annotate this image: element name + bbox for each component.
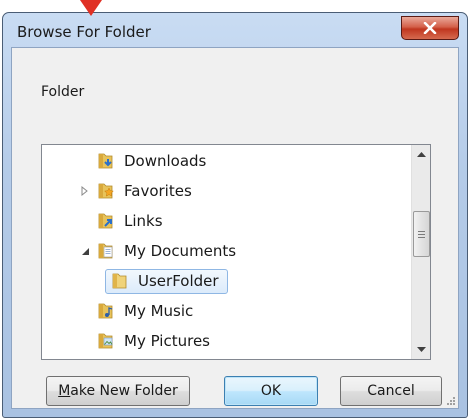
links-folder-icon — [98, 213, 113, 229]
make-new-folder-button[interactable]: Make New Folder — [46, 376, 190, 406]
button-label: OK — [260, 383, 282, 399]
grip-icon — [418, 230, 425, 238]
tree-item-my-documents[interactable]: My Documents — [42, 238, 411, 264]
close-icon — [423, 22, 437, 34]
cancel-button[interactable]: Cancel — [340, 376, 442, 406]
scroll-up-arrow-icon — [417, 152, 426, 157]
tree-item-favorites[interactable]: Favorites — [42, 178, 411, 204]
tree-item-my-pictures[interactable]: My Pictures — [42, 328, 411, 354]
tree-item-label: My Pictures — [124, 332, 210, 350]
resize-grip-icon[interactable] — [445, 395, 455, 405]
tree-item-my-music[interactable]: My Music — [42, 298, 411, 324]
button-label: Cancel — [367, 383, 415, 399]
tree-item-label: Downloads — [124, 152, 207, 170]
instruction-label: Folder — [41, 84, 85, 100]
tree-item-label: Favorites — [124, 182, 192, 200]
tree-item-label: UserFolder — [138, 272, 219, 290]
pictures-folder-icon — [98, 333, 113, 349]
folder-tree[interactable]: Downloads Favorites Links My Documents U… — [41, 144, 431, 360]
folder-tree-list: Downloads Favorites Links My Documents U… — [42, 145, 411, 359]
tree-item-links[interactable]: Links — [42, 208, 411, 234]
favorites-folder-icon — [98, 183, 114, 199]
browse-for-folder-dialog: Browse For Folder Folder Downloads Favor… — [2, 12, 468, 418]
downloads-folder-icon — [98, 153, 113, 169]
button-label: ake New Folder — [70, 383, 178, 399]
close-button[interactable] — [401, 16, 459, 40]
pointer-arrow-icon — [80, 0, 102, 16]
tree-item-label: My Music — [124, 302, 194, 320]
dialog-client-area: Folder Downloads Favorites Links My Docu… — [11, 47, 459, 409]
music-folder-icon — [98, 303, 113, 319]
scroll-up-button[interactable] — [413, 146, 430, 163]
collapse-arrow-icon[interactable] — [80, 246, 90, 256]
scroll-down-arrow-icon — [417, 347, 426, 352]
vertical-scrollbar[interactable] — [411, 145, 430, 359]
ok-button[interactable]: OK — [224, 376, 318, 406]
folder-icon — [112, 273, 127, 289]
dialog-title: Browse For Folder — [17, 23, 151, 41]
tree-item-label: Links — [124, 212, 163, 230]
expand-arrow-icon[interactable] — [80, 186, 90, 196]
button-mnemonic: M — [58, 383, 71, 399]
scroll-down-button[interactable] — [413, 341, 430, 358]
tree-item-userfolder[interactable]: UserFolder — [42, 268, 411, 294]
tree-item-downloads[interactable]: Downloads — [42, 148, 411, 174]
scroll-thumb[interactable] — [413, 211, 430, 257]
documents-folder-icon — [98, 243, 113, 259]
tree-item-label: My Documents — [124, 242, 237, 260]
